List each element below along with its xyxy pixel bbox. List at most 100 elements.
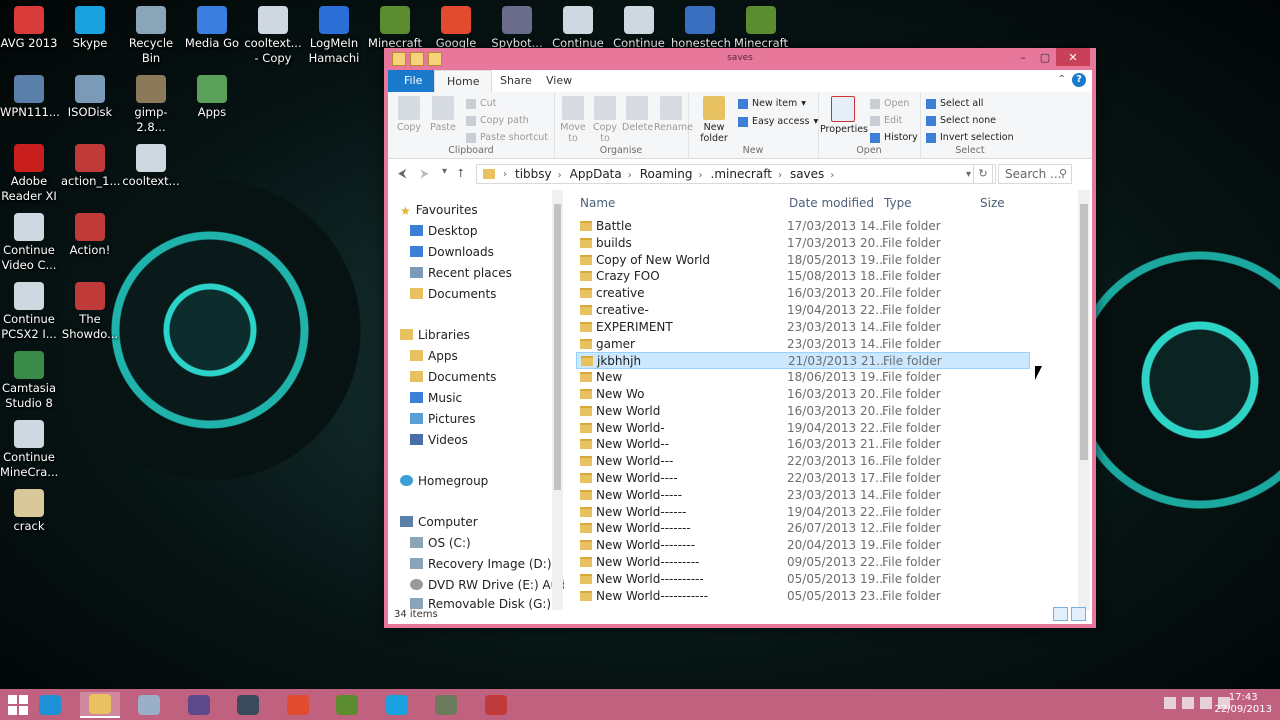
desktop-icon-item[interactable]: Continue <box>549 6 607 51</box>
large-icons-view-icon[interactable] <box>1071 607 1086 621</box>
breadcrumb-item[interactable]: .minecraft <box>711 167 772 181</box>
nav-homegroup[interactable]: Homegroup <box>400 471 488 491</box>
nav-libraries[interactable]: Libraries <box>400 325 470 345</box>
properties-button[interactable]: Properties <box>820 96 868 135</box>
select-none-button[interactable]: Select none <box>926 115 996 126</box>
move-to-button[interactable]: Move to <box>558 96 588 144</box>
delete-button[interactable]: Delete <box>622 96 653 133</box>
table-row[interactable]: EXPERIMENT 23/03/2013 14... File folder <box>576 319 1030 336</box>
copy-button[interactable]: Copy <box>394 96 424 133</box>
table-row[interactable]: New World---------- 05/05/2013 19... File … <box>576 571 1030 588</box>
help-icon[interactable]: ? <box>1072 73 1086 87</box>
desktop-icon-item[interactable]: Media Go <box>183 6 241 51</box>
clock[interactable]: 17:43 22/09/2013 <box>1214 692 1272 716</box>
column-header-name[interactable]: Name <box>580 196 615 210</box>
nav-recent-places[interactable]: Recent places <box>410 263 512 283</box>
taskbar-button[interactable] <box>30 692 70 718</box>
desktop-icon-item[interactable]: Continue MineCra... <box>0 420 58 480</box>
copy-path-button[interactable]: Copy path <box>466 115 529 126</box>
desktop-icon-item[interactable]: Camtasia Studio 8 <box>0 351 58 411</box>
nav-lib-documents[interactable]: Documents <box>410 367 496 387</box>
desktop-icon-item[interactable]: action_1... <box>61 144 120 189</box>
desktop-icon-item[interactable]: cooltext... <box>122 144 180 189</box>
table-row[interactable]: New World- 19/04/2013 22... File folder <box>576 420 1030 437</box>
refresh-button[interactable]: ↻ <box>973 164 993 184</box>
column-header-type[interactable]: Type <box>884 196 912 210</box>
new-folder-button[interactable]: New folder <box>694 96 734 144</box>
navigation-scrollbar[interactable] <box>552 190 563 610</box>
flag-icon[interactable] <box>1182 697 1194 709</box>
table-row[interactable]: New World---- 22/03/2013 17... File folder <box>576 470 1030 487</box>
breadcrumb-separator[interactable]: › <box>778 170 782 181</box>
nav-recovery-d[interactable]: Recovery Image (D:) <box>410 554 552 574</box>
table-row[interactable]: creative- 19/04/2013 22... File folder <box>576 302 1030 319</box>
nav-downloads[interactable]: Downloads <box>410 242 494 262</box>
breadcrumb-separator[interactable]: › <box>558 170 562 181</box>
table-row[interactable]: New World-------- 20/04/2013 19... File fo… <box>576 537 1030 554</box>
taskbar-button[interactable] <box>327 692 367 718</box>
table-row[interactable]: New World----------- 05/05/2013 23... File… <box>576 588 1030 605</box>
address-bar[interactable]: › tibbsy › AppData › Roaming › .minecraft › save… <box>476 164 996 184</box>
desktop-icon-item[interactable]: Adobe Reader XI <box>0 144 58 204</box>
select-all-button[interactable]: Select all <box>926 98 983 109</box>
open-button[interactable]: Open <box>870 98 909 109</box>
history-button[interactable]: History <box>870 132 918 143</box>
table-row[interactable]: Battle 17/03/2013 14... File folder <box>576 218 1030 235</box>
desktop-icon-item[interactable]: Action! <box>61 213 119 258</box>
new-item-button[interactable]: New item ▾ <box>738 98 806 109</box>
taskbar-button[interactable] <box>79 692 120 718</box>
desktop-icon-item[interactable]: Spybot... <box>488 6 546 51</box>
taskbar-button[interactable] <box>377 692 417 718</box>
cut-button[interactable]: Cut <box>466 98 496 109</box>
nav-documents[interactable]: Documents <box>410 284 496 304</box>
column-header-date[interactable]: Date modified <box>789 196 874 210</box>
table-row[interactable]: New World------ 19/04/2013 22... File fold… <box>576 504 1030 521</box>
table-row[interactable]: creative 16/03/2013 20... File folder <box>576 285 1030 302</box>
taskbar-button[interactable] <box>278 692 318 718</box>
table-row[interactable]: New 18/06/2013 19... File folder <box>576 369 1030 386</box>
table-row[interactable]: New World 16/03/2013 20... File folder <box>576 403 1030 420</box>
breadcrumb-separator[interactable]: › <box>628 170 632 181</box>
desktop-icon-item[interactable]: LogMeIn Hamachi <box>305 6 363 66</box>
paste-shortcut-button[interactable]: Paste shortcut <box>466 132 548 143</box>
taskbar-button[interactable] <box>476 692 516 718</box>
rename-button[interactable]: Rename <box>654 96 693 133</box>
breadcrumb-item[interactable]: AppData <box>570 167 622 181</box>
table-row[interactable]: New World-- 16/03/2013 21... File folder <box>576 436 1030 453</box>
desktop-icon-item[interactable]: ISODisk <box>61 75 119 120</box>
table-row[interactable]: builds 17/03/2013 20... File folder <box>576 235 1030 252</box>
nav-videos[interactable]: Videos <box>410 430 468 450</box>
file-list-scrollbar[interactable] <box>1078 190 1090 610</box>
desktop-icon-item[interactable]: WPN111... <box>0 75 60 120</box>
breadcrumb-item[interactable]: tibbsy <box>515 167 552 181</box>
column-header-size[interactable]: Size <box>980 196 1005 210</box>
taskbar-button[interactable] <box>179 692 219 718</box>
nav-music[interactable]: Music <box>410 388 462 408</box>
desktop-icon-item[interactable]: Continue PCSX2 I... <box>0 282 58 342</box>
maximize-button[interactable]: ▢ <box>1034 48 1056 66</box>
table-row[interactable]: gamer 23/03/2013 14... File folder <box>576 336 1030 353</box>
forward-button[interactable]: ⮞ <box>420 166 429 181</box>
desktop-icon-item[interactable]: AVG 2013 <box>0 6 58 51</box>
nav-os-c[interactable]: OS (C:) <box>410 533 471 553</box>
table-row[interactable]: New World----- 23/03/2013 14... File folde… <box>576 487 1030 504</box>
nav-desktop[interactable]: Desktop <box>410 221 478 241</box>
desktop-icon-item[interactable]: Minecraft <box>732 6 790 51</box>
close-button[interactable]: ✕ <box>1056 48 1090 66</box>
taskbar-button[interactable] <box>426 692 466 718</box>
chevron-down-icon[interactable]: ▾ <box>966 169 971 180</box>
copy-to-button[interactable]: Copy to <box>590 96 620 144</box>
tab-view[interactable]: View <box>534 70 584 92</box>
scrollbar-thumb[interactable] <box>1080 204 1088 460</box>
easy-access-button[interactable]: Easy access ▾ <box>738 116 818 127</box>
desktop-icon-item[interactable]: crack <box>0 489 58 534</box>
desktop-icon-item[interactable]: gimp-2.8... <box>122 75 180 135</box>
title-bar[interactable]: saves – ▢ ✕ <box>384 48 1096 70</box>
details-view-icon[interactable] <box>1053 607 1068 621</box>
tab-home[interactable]: Home <box>434 70 493 94</box>
breadcrumb-item[interactable]: Roaming <box>640 167 693 181</box>
desktop-icon-item[interactable]: Continue Video C... <box>0 213 58 273</box>
table-row[interactable]: Copy of New World 18/05/2013 19... File fo… <box>576 252 1030 269</box>
minimize-button[interactable]: – <box>1012 48 1034 66</box>
paste-button[interactable]: Paste <box>428 96 458 133</box>
